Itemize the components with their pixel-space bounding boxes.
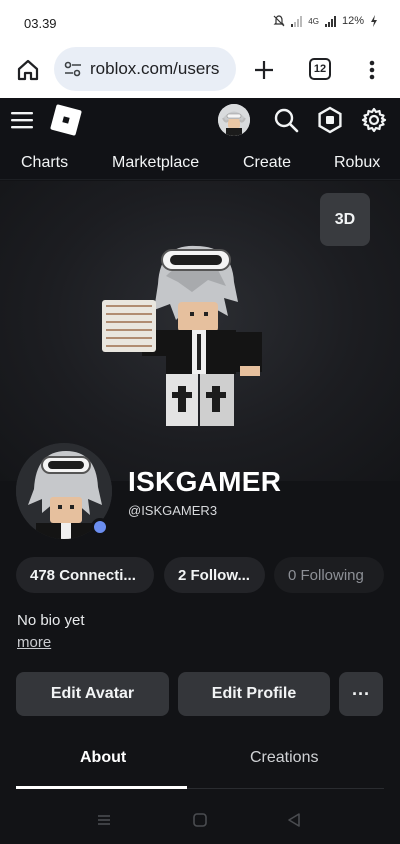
tab-active-indicator <box>16 786 187 789</box>
battery-percent: 12% <box>341 15 364 27</box>
more-options-button[interactable]: ··· <box>339 672 383 716</box>
kebab-menu-icon[interactable] <box>362 56 382 84</box>
network-type: 4G <box>308 16 319 26</box>
system-nav-bar <box>0 800 400 844</box>
following-pill[interactable]: 0 Following <box>274 557 384 593</box>
edit-profile-button[interactable]: Edit Profile <box>178 672 330 716</box>
url-text: roblox.com/users <box>90 59 220 78</box>
nav-item-robux[interactable]: Robux <box>334 154 380 172</box>
display-name: ISKGAMER <box>128 466 282 497</box>
url-bar[interactable]: roblox.com/users <box>54 47 236 91</box>
more-link[interactable]: more <box>17 634 51 651</box>
status-bar: 03.39 4G 12% <box>0 0 400 44</box>
nav-item-create[interactable]: Create <box>243 154 291 172</box>
avatar[interactable] <box>218 104 250 136</box>
view-3d-button[interactable]: 3D <box>320 193 370 246</box>
recent-apps-icon[interactable] <box>96 812 112 828</box>
tune-icon[interactable] <box>62 58 84 80</box>
robux-icon[interactable] <box>316 106 344 134</box>
avatar-3d-render[interactable] <box>96 236 272 432</box>
nav-item-charts[interactable]: Charts <box>21 154 68 172</box>
gear-icon[interactable] <box>360 106 388 134</box>
nav-item-marketplace[interactable]: Marketplace <box>112 154 199 172</box>
home-nav-icon[interactable] <box>192 812 208 828</box>
search-icon[interactable] <box>272 106 300 134</box>
home-icon[interactable] <box>14 56 42 84</box>
browser-toolbar: roblox.com/users 12 <box>0 44 400 98</box>
tab-switcher-icon[interactable]: 12 <box>309 58 331 80</box>
hamburger-icon[interactable] <box>11 110 33 130</box>
back-icon[interactable] <box>286 812 302 828</box>
status-time: 03.39 <box>24 16 57 31</box>
followers-pill[interactable]: 2 Follow... <box>164 557 265 593</box>
edit-avatar-button[interactable]: Edit Avatar <box>16 672 169 716</box>
signal-icon-2 <box>324 15 336 27</box>
top-nav: Charts Marketplace Create Robux <box>0 144 400 180</box>
roblox-logo[interactable] <box>50 104 82 136</box>
bio-text: No bio yet <box>17 612 85 629</box>
connections-pill[interactable]: 478 Connecti... <box>16 557 154 593</box>
tab-about[interactable]: About <box>80 749 126 767</box>
charging-icon <box>371 15 377 27</box>
plus-icon[interactable] <box>250 56 278 84</box>
username: @ISKGAMER3 <box>128 503 218 518</box>
signal-icon <box>291 15 303 27</box>
tab-creations[interactable]: Creations <box>250 749 318 767</box>
status-icons: 4G 12% <box>273 15 378 27</box>
mute-icon <box>273 15 285 27</box>
online-status-indicator <box>91 518 109 536</box>
avatar-thumbnail <box>218 104 250 136</box>
